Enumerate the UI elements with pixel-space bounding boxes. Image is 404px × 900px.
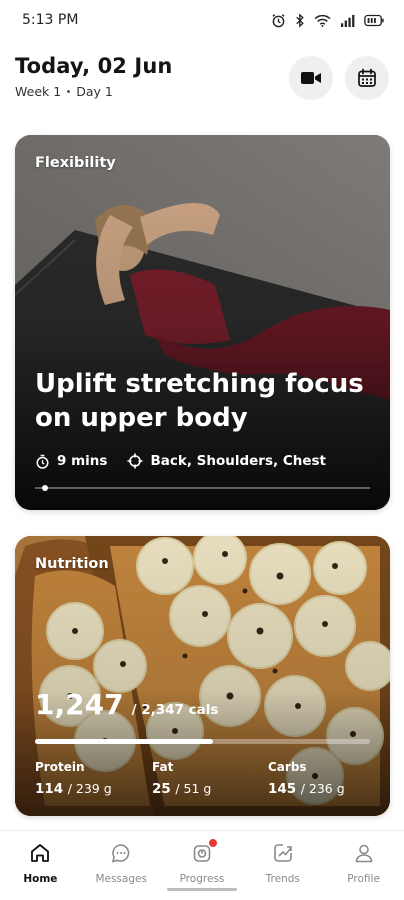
workout-meta: 9 mins Back, Shoulders, Chest — [35, 453, 340, 469]
week-label: Week 1 — [15, 84, 62, 99]
video-button[interactable] — [289, 56, 333, 100]
nutrition-card[interactable]: Nutrition 1,247 / 2,347 cals Protein 114… — [15, 536, 390, 816]
calories-target: / 2,347 cals — [131, 702, 219, 718]
home-icon — [29, 841, 51, 865]
profile-icon — [353, 841, 375, 865]
macros-row: Protein 114 / 239 g Fat 25 / 51 g Carbs … — [35, 760, 370, 797]
macro-protein: Protein 114 / 239 g — [35, 760, 152, 797]
nav-home[interactable]: Home — [0, 831, 80, 900]
macro-amount: 114 — [35, 781, 64, 797]
macro-name: Fat — [152, 760, 174, 774]
status-bar: 5:13 PM — [0, 0, 404, 40]
duration-text: 9 mins — [57, 453, 108, 469]
alarm-icon — [272, 13, 285, 27]
macro-amount: 145 — [268, 781, 297, 797]
macro-name: Protein — [35, 760, 85, 774]
macro-name: Carbs — [268, 760, 307, 774]
stopwatch-icon — [36, 454, 49, 469]
target-icon — [127, 453, 143, 469]
macro-target: / 51 g — [175, 781, 212, 796]
macro-target: / 239 g — [67, 781, 112, 796]
calories-row: 1,247 / 2,347 cals — [35, 688, 218, 721]
nav-label: Profile — [347, 873, 380, 885]
calories-progress-fill — [35, 739, 213, 744]
calories-consumed: 1,247 — [35, 688, 124, 721]
calendar-button[interactable] — [345, 56, 389, 100]
header: Today, 02 Jun Week 1 Day 1 — [15, 54, 389, 104]
workout-title: Uplift stretching focus on upper body — [35, 369, 364, 433]
header-actions — [289, 56, 389, 100]
wifi-icon — [314, 14, 331, 27]
focus-item: Back, Shoulders, Chest — [127, 453, 326, 469]
flexibility-label: Flexibility — [35, 155, 116, 171]
chat-icon — [110, 841, 132, 865]
day-label: Day 1 — [76, 84, 113, 99]
home-indicator — [167, 888, 237, 891]
video-camera-icon — [301, 72, 321, 84]
workout-progress-indicator — [41, 485, 48, 491]
separator-dot — [67, 90, 71, 93]
macro-target: / 236 g — [300, 781, 345, 796]
calendar-icon — [358, 68, 376, 87]
nav-label: Progress — [179, 873, 225, 885]
battery-icon — [364, 14, 384, 26]
macro-value: 114 / 239 g — [35, 781, 152, 797]
nutrition-label: Nutrition — [35, 556, 109, 572]
calories-progress-track — [35, 739, 370, 744]
macro-amount: 25 — [152, 781, 171, 797]
nav-profile[interactable]: Profile — [324, 831, 404, 900]
progress-icon — [191, 839, 217, 865]
macro-value: 145 / 236 g — [268, 781, 345, 797]
macro-value: 25 / 51 g — [152, 781, 268, 797]
workout-progress-track — [35, 485, 370, 491]
macro-fat: Fat 25 / 51 g — [152, 760, 268, 797]
nav-trends[interactable]: Trends — [243, 831, 323, 900]
bluetooth-icon — [296, 12, 304, 28]
flexibility-card[interactable]: Flexibility Uplift stretching focus on u… — [15, 135, 390, 510]
nav-label: Trends — [265, 873, 300, 885]
nav-messages[interactable]: Messages — [81, 831, 161, 900]
screen: 5:13 PM Today, 02 Jun Week 1 Day 1 Flexi… — [0, 0, 404, 900]
status-time: 5:13 PM — [22, 12, 79, 28]
macro-carbs: Carbs 145 / 236 g — [268, 760, 345, 797]
focus-text: Back, Shoulders, Chest — [150, 453, 326, 469]
signal-icon — [341, 14, 355, 27]
trends-icon — [272, 841, 294, 865]
nav-label: Messages — [95, 873, 147, 885]
nav-label: Home — [23, 873, 58, 885]
duration-item: 9 mins — [35, 453, 107, 469]
notification-badge — [208, 839, 217, 847]
status-icons — [271, 12, 384, 28]
